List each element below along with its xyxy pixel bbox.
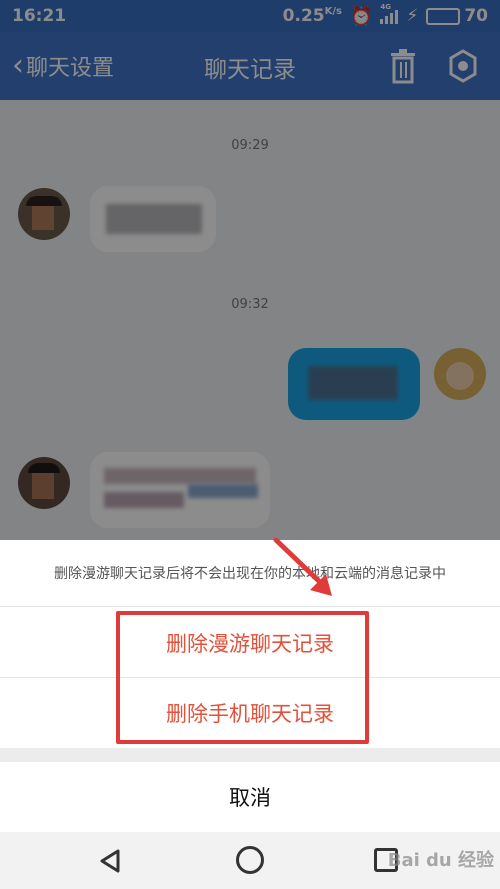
- highlight-box: [116, 611, 369, 744]
- sheet-divider: [0, 748, 500, 762]
- nav-home-icon[interactable]: [236, 846, 264, 874]
- system-nav-bar: Bai du 经验: [0, 832, 500, 889]
- cancel-button[interactable]: 取消: [0, 762, 500, 832]
- dim-overlay[interactable]: [0, 0, 500, 540]
- sheet-description: 删除漫游聊天记录后将不会出现在你的本地和云端的消息记录中: [0, 540, 500, 607]
- arrow-icon: [273, 537, 332, 596]
- watermark: Bai du 经验: [387, 850, 494, 871]
- nav-back-icon[interactable]: [98, 848, 124, 874]
